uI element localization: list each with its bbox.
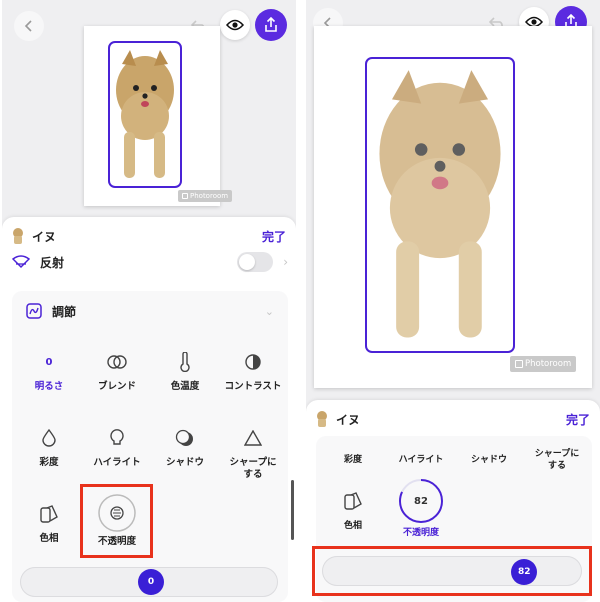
watermark-badge: Photoroom (510, 356, 577, 372)
tool-label: シャープに する (229, 457, 277, 480)
back-button[interactable] (14, 11, 44, 41)
tool-label: ブレンド (97, 381, 136, 392)
tool-label: 彩度 (343, 455, 362, 465)
tool-label: 明るさ (34, 381, 64, 392)
tool-label: シャドウ (165, 457, 204, 468)
tool-label: 色相 (343, 521, 362, 531)
tool-saturation[interactable]: 彩度 (14, 425, 84, 469)
tool-label: ハイライト (93, 457, 141, 468)
layer-name: イヌ (336, 412, 361, 427)
tool-label: シャープに する (534, 449, 580, 471)
dog-image (116, 50, 174, 178)
tool-highlight[interactable]: ハイライト (386, 448, 456, 466)
adjust-title: 調節 (52, 304, 77, 319)
lightbulb-icon (110, 429, 124, 445)
done-button[interactable]: 完了 (566, 411, 590, 428)
tool-label: 色相 (39, 533, 59, 544)
thermometer-icon (180, 352, 190, 372)
tool-blend[interactable]: ブレンド (82, 349, 152, 393)
tool-highlight[interactable]: ハイライト (82, 425, 152, 469)
eye-icon (226, 19, 244, 31)
tool-opacity[interactable]: 82 不透明度 (386, 478, 456, 539)
tool-temperature[interactable]: 色温度 (150, 349, 220, 393)
layer-name: イヌ (32, 229, 57, 244)
scrollbar[interactable] (291, 480, 294, 540)
slider-knob[interactable]: 0 (138, 569, 164, 595)
reflect-label: 反射 (40, 255, 65, 270)
watermark-text: Photoroom (525, 359, 572, 369)
sheet-header: イヌ 完了 (306, 400, 600, 438)
tool-label: コントラスト (224, 381, 282, 392)
tool-hue[interactable]: 色相 (14, 501, 84, 545)
tool-label: 不透明度 (402, 528, 439, 538)
opacity-ring: 82 (398, 478, 444, 524)
watermark-text: Photoroom (190, 192, 229, 200)
hue-icon (344, 492, 362, 510)
tool-label: シャドウ (470, 455, 507, 465)
reflect-icon (12, 255, 30, 269)
reflect-toggle[interactable] (237, 252, 274, 272)
tool-sharpen[interactable]: シャープに する (218, 425, 288, 481)
photoroom-logo-icon (182, 193, 188, 199)
layer-thumbnail (13, 228, 23, 244)
preview-button[interactable] (220, 10, 250, 40)
layer-thumbnail (317, 411, 327, 427)
canvas[interactable]: Photoroom (84, 26, 233, 206)
chevron-left-icon (24, 20, 32, 32)
share-icon (265, 17, 277, 32)
tool-shadow[interactable]: シャドウ (150, 425, 220, 469)
left-screenshot: Photoroom イヌ 完了 反射 › 調節 ⌄ 0 明るさ ブレンド 色温度… (2, 0, 296, 602)
share-button[interactable] (255, 9, 287, 41)
brightness-value: 0 (45, 356, 53, 368)
tool-hue[interactable]: 色相 (318, 488, 388, 532)
tool-saturation[interactable]: 彩度 (318, 448, 388, 466)
tool-shadow[interactable]: シャドウ (454, 448, 524, 466)
tool-label: ハイライト (398, 455, 444, 465)
contrast-icon (245, 354, 261, 370)
chevron-right-icon: › (283, 255, 288, 269)
reflect-row[interactable]: 反射 › (12, 249, 288, 275)
opacity-value: 82 (414, 495, 428, 507)
toggle-knob (239, 254, 256, 270)
tool-sharpen[interactable]: シャープに する (522, 442, 592, 472)
tool-contrast[interactable]: コントラスト (218, 349, 288, 393)
hue-icon (40, 505, 58, 523)
shadow-icon (175, 429, 193, 446)
blend-icon (107, 355, 127, 369)
chevron-down-icon[interactable]: ⌄ (265, 305, 274, 318)
tool-brightness[interactable]: 0 明るさ (14, 349, 84, 393)
done-button[interactable]: 完了 (262, 228, 286, 245)
watermark-badge: Photoroom (178, 190, 233, 202)
drop-icon (42, 429, 56, 447)
dog-image (379, 70, 501, 338)
highlight-annotation (80, 484, 153, 558)
tool-label: 彩度 (39, 457, 59, 468)
adjust-header[interactable]: 調節 ⌄ (12, 291, 288, 331)
highlight-annotation (312, 546, 592, 596)
tool-label: 色温度 (170, 381, 200, 392)
photoroom-logo-icon (515, 360, 523, 368)
triangle-icon (244, 430, 262, 446)
right-screenshot: Photoroom イヌ 完了 彩度 ハイライト シャドウ シャープに する 色相 (306, 0, 600, 602)
adjust-icon (26, 303, 42, 319)
canvas[interactable]: Photoroom (314, 26, 592, 388)
